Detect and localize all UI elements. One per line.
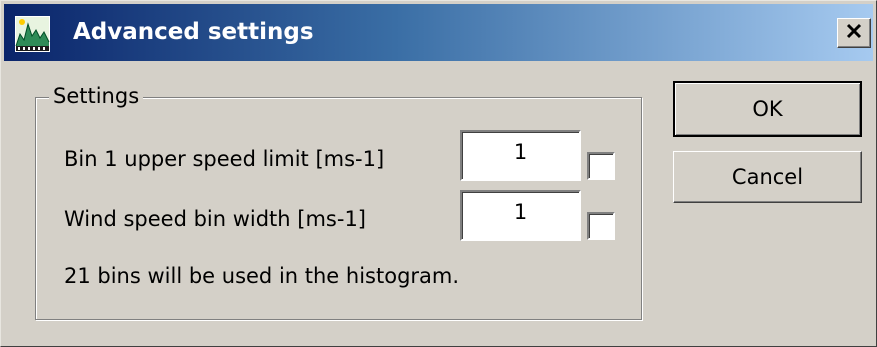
close-button[interactable] (837, 18, 871, 48)
bin1-upper-speed-label: Bin 1 upper speed limit [ms-1] (64, 147, 385, 171)
bin1-upper-speed-input[interactable] (460, 130, 581, 181)
advanced-settings-dialog: Advanced settings Settings Bin 1 upper s… (0, 0, 877, 347)
bin-width-input[interactable] (460, 190, 581, 241)
settings-group-label: Settings (49, 82, 144, 110)
cancel-button[interactable]: Cancel (673, 151, 862, 203)
app-chart-icon (15, 16, 50, 52)
histogram-bins-info: 21 bins will be used in the histogram. (64, 264, 460, 288)
bin1-upper-speed-checkbox[interactable] (587, 152, 615, 180)
dialog-title: Advanced settings (73, 19, 314, 45)
ok-button[interactable]: OK (673, 81, 862, 137)
bin-width-checkbox[interactable] (587, 212, 615, 240)
title-bar[interactable]: Advanced settings (4, 4, 873, 61)
close-icon (845, 23, 863, 43)
bin-width-label: Wind speed bin width [ms-1] (64, 207, 366, 231)
